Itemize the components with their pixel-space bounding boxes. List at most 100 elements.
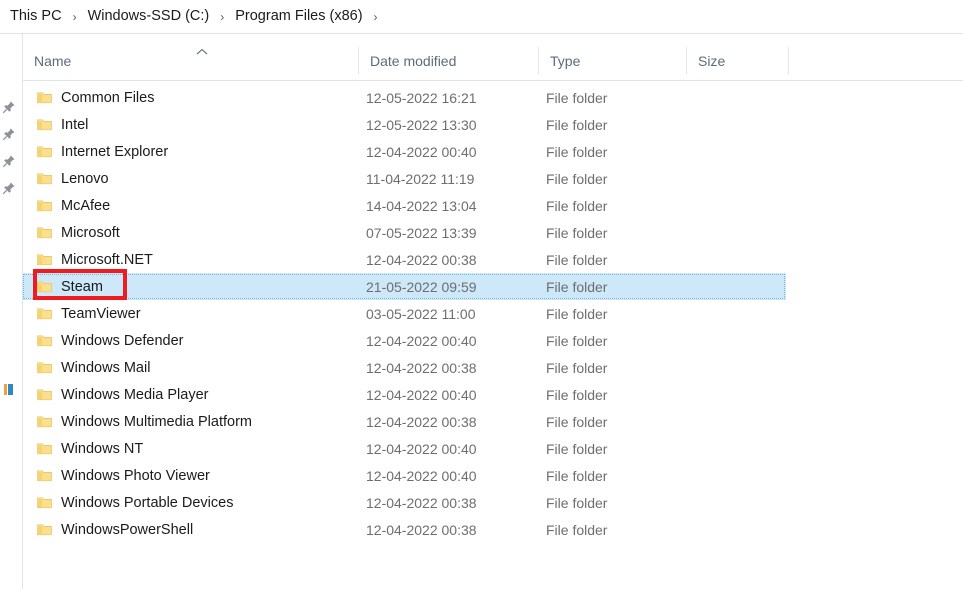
file-row-name-cell[interactable]: McAfee bbox=[22, 192, 110, 219]
breadcrumb-item-0[interactable]: This PC bbox=[6, 7, 66, 26]
file-row-type-cell: File folder bbox=[546, 305, 608, 322]
table-row[interactable]: Microsoft.NET 12-04-2022 00:38 File folder bbox=[22, 246, 786, 273]
folder-icon bbox=[37, 334, 52, 347]
file-list[interactable]: Common Files 12-05-2022 16:21 File folder I… bbox=[22, 84, 963, 584]
file-row-type-cell: File folder bbox=[546, 332, 608, 349]
file-row-name-cell[interactable]: WindowsPowerShell bbox=[22, 516, 193, 543]
table-row[interactable]: Windows Mail 12-04-2022 00:38 File folder bbox=[22, 354, 786, 381]
file-row-date-cell: 12-04-2022 00:40 bbox=[366, 440, 477, 457]
column-header-date-modified[interactable]: Date modified bbox=[358, 41, 538, 80]
table-row[interactable]: Steam 21-05-2022 09:59 File folder bbox=[22, 273, 786, 300]
column-header-row[interactable]: Name Date modified Type Size bbox=[22, 41, 963, 80]
file-row-name-cell[interactable]: Windows Portable Devices bbox=[22, 489, 233, 516]
file-row-date-cell: 12-04-2022 00:38 bbox=[366, 413, 477, 430]
table-row[interactable]: Windows Media Player 12-04-2022 00:40 File… bbox=[22, 381, 786, 408]
table-row[interactable]: Windows Photo Viewer 12-04-2022 00:40 File… bbox=[22, 462, 786, 489]
table-row[interactable]: Lenovo 11-04-2022 11:19 File folder bbox=[22, 165, 786, 192]
folder-icon bbox=[37, 496, 52, 509]
file-row-name-label: Microsoft.NET bbox=[61, 251, 153, 268]
file-row-name-label: Windows Photo Viewer bbox=[61, 467, 210, 484]
column-divider-size[interactable] bbox=[788, 47, 789, 74]
file-row-name-label: Windows Defender bbox=[61, 332, 184, 349]
table-row[interactable]: Windows Portable Devices 12-04-2022 00:38… bbox=[22, 489, 786, 516]
file-row-name-label: Windows Multimedia Platform bbox=[61, 413, 252, 430]
file-row-type-cell: File folder bbox=[546, 386, 608, 403]
file-row-type-cell: File folder bbox=[546, 413, 608, 430]
file-row-name-label: Intel bbox=[61, 116, 89, 133]
table-row[interactable]: McAfee 14-04-2022 13:04 File folder bbox=[22, 192, 786, 219]
table-row[interactable]: Windows NT 12-04-2022 00:40 File folder bbox=[22, 435, 786, 462]
folder-icon bbox=[37, 415, 52, 428]
file-row-type-cell: File folder bbox=[546, 521, 608, 538]
file-row-name-cell[interactable]: Windows Media Player bbox=[22, 381, 208, 408]
file-row-type-cell: File folder bbox=[546, 116, 608, 133]
column-header-name[interactable]: Name bbox=[22, 41, 358, 80]
file-row-type-cell: File folder bbox=[546, 359, 608, 376]
file-row-name-cell[interactable]: Common Files bbox=[22, 84, 154, 111]
file-row-name-cell[interactable]: Microsoft bbox=[22, 219, 120, 246]
breadcrumb-chevron-icon[interactable]: › bbox=[367, 11, 385, 23]
file-row-type-cell: File folder bbox=[546, 467, 608, 484]
table-row[interactable]: Windows Multimedia Platform 12-04-2022 00… bbox=[22, 408, 786, 435]
file-row-name-cell[interactable]: Windows Multimedia Platform bbox=[22, 408, 252, 435]
file-row-date-cell: 12-05-2022 16:21 bbox=[366, 89, 477, 106]
file-row-date-cell: 12-04-2022 00:38 bbox=[366, 521, 477, 538]
file-row-date-cell: 12-04-2022 00:40 bbox=[366, 332, 477, 349]
file-row-type-cell: File folder bbox=[546, 143, 608, 160]
file-row-name-cell[interactable]: Windows Photo Viewer bbox=[22, 462, 210, 489]
file-row-name-cell[interactable]: Lenovo bbox=[22, 165, 109, 192]
file-row-name-cell[interactable]: Steam bbox=[22, 273, 103, 300]
folder-icon bbox=[37, 307, 52, 320]
column-header-size[interactable]: Size bbox=[686, 41, 788, 80]
file-row-name-cell[interactable]: Intel bbox=[22, 111, 88, 138]
file-row-name-label: Windows Mail bbox=[61, 359, 151, 376]
this-pc-icon bbox=[3, 383, 14, 396]
folder-icon bbox=[37, 226, 52, 239]
file-row-name-label: TeamViewer bbox=[61, 305, 141, 322]
sort-ascending-icon bbox=[194, 44, 210, 55]
folder-icon bbox=[37, 118, 52, 131]
file-row-name-cell[interactable]: TeamViewer bbox=[22, 300, 141, 327]
folder-icon bbox=[37, 199, 52, 212]
folder-icon bbox=[37, 253, 52, 266]
folder-icon bbox=[37, 469, 52, 482]
file-row-date-cell: 14-04-2022 13:04 bbox=[366, 197, 477, 214]
pin-icon bbox=[2, 154, 16, 168]
file-row-name-cell[interactable]: Windows NT bbox=[22, 435, 143, 462]
table-row[interactable]: TeamViewer 03-05-2022 11:00 File folder bbox=[22, 300, 786, 327]
file-row-date-cell: 11-04-2022 11:19 bbox=[366, 170, 475, 187]
breadcrumb-item-1[interactable]: Windows-SSD (C:) bbox=[84, 7, 214, 26]
column-header-type-label: Type bbox=[550, 52, 581, 69]
table-row[interactable]: Internet Explorer 12-04-2022 00:40 File fo… bbox=[22, 138, 786, 165]
file-row-date-cell: 12-05-2022 13:30 bbox=[366, 116, 477, 133]
file-row-name-label: Windows Portable Devices bbox=[61, 494, 234, 511]
pin-icon bbox=[2, 100, 16, 114]
pin-icon bbox=[2, 127, 16, 141]
file-row-type-cell: File folder bbox=[546, 251, 608, 268]
column-header-type[interactable]: Type bbox=[538, 41, 686, 80]
file-row-date-cell: 07-05-2022 13:39 bbox=[366, 224, 477, 241]
breadcrumb-item-2[interactable]: Program Files (x86) bbox=[231, 7, 366, 26]
folder-icon bbox=[37, 442, 52, 455]
table-row[interactable]: Windows Defender 12-04-2022 00:40 File fol… bbox=[22, 327, 786, 354]
file-row-name-cell[interactable]: Internet Explorer bbox=[22, 138, 168, 165]
breadcrumb-chevron-icon[interactable]: › bbox=[66, 11, 84, 23]
file-row-type-cell: File folder bbox=[546, 278, 608, 295]
table-row[interactable]: WindowsPowerShell 12-04-2022 00:38 File fo… bbox=[22, 516, 786, 543]
folder-icon bbox=[37, 388, 52, 401]
file-row-name-cell[interactable]: Windows Defender bbox=[22, 327, 184, 354]
file-row-type-cell: File folder bbox=[546, 440, 608, 457]
file-row-type-cell: File folder bbox=[546, 89, 608, 106]
header-bottom-border bbox=[22, 80, 963, 81]
file-row-name-cell[interactable]: Microsoft.NET bbox=[22, 246, 153, 273]
navigation-pane[interactable] bbox=[0, 34, 22, 589]
pin-icon bbox=[2, 181, 16, 195]
file-row-name-label: Microsoft bbox=[61, 224, 120, 241]
breadcrumb[interactable]: This PC › Windows-SSD (C:) › Program Files (… bbox=[0, 0, 963, 33]
table-row[interactable]: Common Files 12-05-2022 16:21 File folder bbox=[22, 84, 786, 111]
column-header-size-label: Size bbox=[698, 52, 726, 69]
breadcrumb-chevron-icon[interactable]: › bbox=[213, 11, 231, 23]
table-row[interactable]: Intel 12-05-2022 13:30 File folder bbox=[22, 111, 786, 138]
table-row[interactable]: Microsoft 07-05-2022 13:39 File folder bbox=[22, 219, 786, 246]
file-row-name-cell[interactable]: Windows Mail bbox=[22, 354, 150, 381]
